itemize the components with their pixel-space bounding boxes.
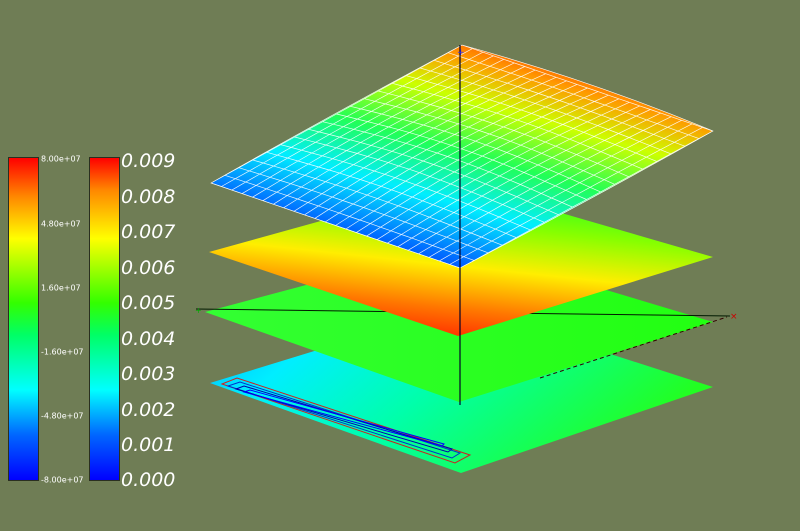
svg-text:+: + xyxy=(195,306,202,315)
svg-text:×: × xyxy=(730,312,738,322)
scene-viewport[interactable]: × + + xyxy=(0,0,800,531)
svg-text:+: + xyxy=(457,48,465,58)
